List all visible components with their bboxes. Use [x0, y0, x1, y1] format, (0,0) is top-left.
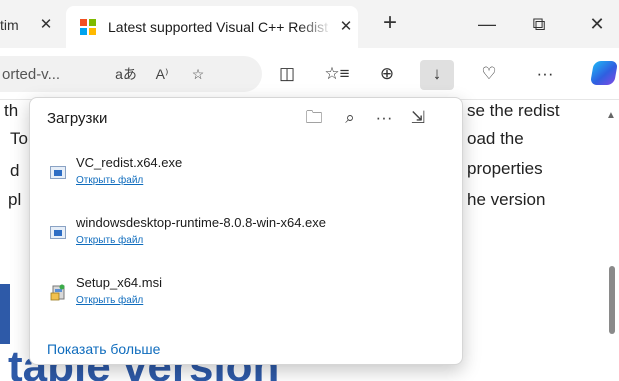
downloads-icon[interactable]: ↓	[420, 60, 454, 90]
tab-strip: tim ✕ Latest supported Visual C++ Redist…	[0, 0, 619, 48]
download-file-name: Setup_x64.msi	[76, 275, 162, 290]
msi-installer-icon	[50, 284, 65, 301]
search-icon[interactable]: ⌕	[336, 106, 364, 130]
page-text-right: he version	[467, 190, 546, 209]
download-item[interactable]: windowsdesktop-runtime-8.0.8-win-x64.exe…	[44, 215, 444, 259]
page-text-right: properties	[467, 159, 543, 178]
exe-file-icon	[50, 166, 66, 179]
tab-previous-close-icon[interactable]: ✕	[34, 10, 58, 40]
browser-essentials-icon[interactable]: ♡	[474, 62, 504, 88]
copilot-icon[interactable]	[589, 61, 619, 85]
favorite-star-icon[interactable]: ☆	[180, 66, 216, 83]
open-file-link[interactable]: Открыть файл	[76, 295, 143, 306]
download-item[interactable]: VC_redist.x64.exe Открыть файл	[44, 155, 444, 199]
close-window-button[interactable]: ✕	[582, 12, 612, 36]
download-file-name: windowsdesktop-runtime-8.0.8-win-x64.exe	[76, 215, 327, 230]
open-folder-icon[interactable]: 🗀	[300, 106, 328, 130]
tab-active-close-icon[interactable]: ✕	[334, 12, 358, 42]
collections-icon[interactable]: ⊕	[372, 62, 402, 88]
read-aloud-icon[interactable]: aあ	[108, 64, 144, 84]
page-text-left: pl	[8, 190, 22, 209]
tab-active[interactable]: Latest supported Visual C++ Redist ✕	[66, 6, 358, 48]
scrollbar-thumb[interactable]	[609, 266, 615, 334]
scroll-up-arrow-icon[interactable]: ▲	[606, 110, 616, 121]
more-options-icon[interactable]: ···	[370, 106, 398, 130]
favorites-icon[interactable]: ☆≡	[322, 62, 352, 88]
page-text-right: oad the	[467, 129, 524, 148]
open-file-link[interactable]: Открыть файл	[76, 175, 143, 186]
download-item[interactable]: Setup_x64.msi Открыть файл	[44, 275, 444, 319]
page-text-left: th	[4, 101, 19, 120]
exe-file-icon	[50, 226, 66, 239]
immersive-reader-icon[interactable]: A⁾	[144, 66, 180, 83]
microsoft-logo-icon	[80, 19, 96, 35]
downloads-flyout: Загрузки 🗀 ⌕ ··· ⇲ VC_redist.x64.exe Отк…	[29, 97, 463, 365]
scrollbar[interactable]	[604, 100, 619, 381]
pin-icon[interactable]: ⇲	[404, 106, 432, 130]
restore-button[interactable]: ⧉	[524, 12, 554, 36]
page-text-left: d	[10, 161, 20, 180]
split-screen-icon[interactable]: ◫	[272, 62, 302, 88]
minimize-button[interactable]: —	[472, 12, 502, 36]
page-text-left: To	[10, 129, 28, 148]
address-text[interactable]: orted-v...	[0, 66, 108, 83]
tab-previous-title: tim	[0, 17, 19, 33]
page-heading-block	[0, 284, 10, 344]
settings-more-icon[interactable]: ···	[530, 62, 560, 88]
download-file-name: VC_redist.x64.exe	[76, 155, 183, 170]
open-file-link[interactable]: Открыть файл	[76, 235, 143, 246]
downloads-title: Загрузки	[47, 110, 108, 127]
browser-toolbar: orted-v... aあ A⁾ ☆ ◫ ☆≡ ⊕ ↓ ♡ ···	[0, 48, 619, 100]
tab-active-title: Latest supported Visual C++ Redist	[108, 19, 328, 35]
tab-previous[interactable]: tim ✕	[0, 10, 66, 40]
address-bar[interactable]: orted-v... aあ A⁾ ☆	[0, 56, 262, 92]
show-more-link[interactable]: Показать больше	[47, 341, 160, 357]
page-text-right: se the redist	[467, 101, 560, 120]
new-tab-button[interactable]: +	[376, 10, 404, 36]
